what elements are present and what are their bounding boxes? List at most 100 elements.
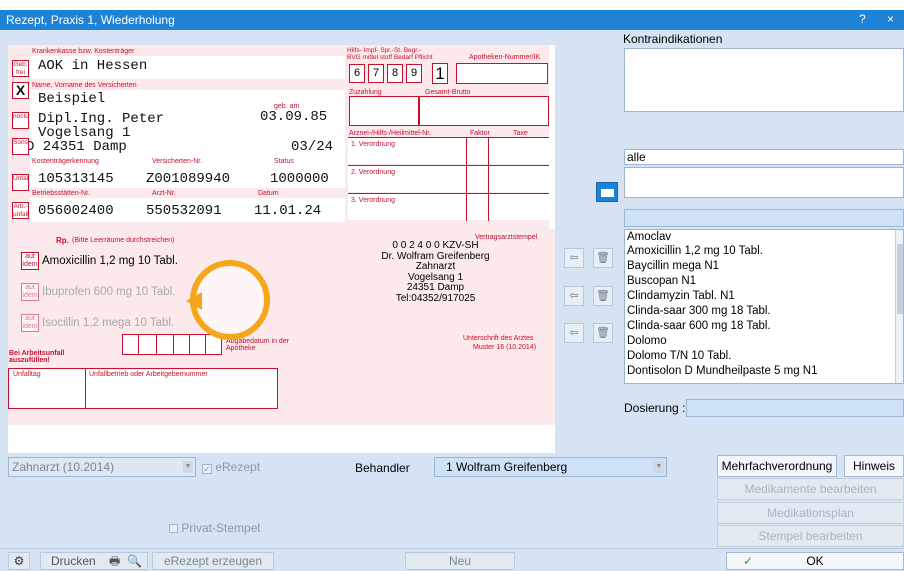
trash-3-icon[interactable]: 🗑 xyxy=(593,323,613,343)
rx-line-2[interactable]: aut idem Ibuprofen 600 mg 10 Tabl. xyxy=(21,279,342,305)
aut-idem-box-1[interactable]: aut idem xyxy=(21,252,39,270)
filter-field[interactable]: alle xyxy=(624,149,904,165)
stempel-label: Vertragsarztstempel xyxy=(475,234,538,241)
chevron-down-icon: ▼ xyxy=(654,461,664,473)
verordnung-2-field[interactable]: 2. Verordnung xyxy=(348,165,549,192)
top-strip xyxy=(0,0,904,10)
sonstige-box[interactable]: Sonst. xyxy=(12,138,29,155)
list-item[interactable]: Amoclav xyxy=(627,231,671,243)
medikationsplan-button[interactable]: Medikationsplan xyxy=(717,502,904,524)
kontra-label: Kontraindikationen xyxy=(623,32,723,46)
versnr-label: Versicherten-Nr. xyxy=(152,158,203,165)
erezept-checkbox[interactable]: ✓ eRezept xyxy=(202,460,260,474)
verordnung-3-field[interactable]: 3. Verordnung xyxy=(348,193,549,220)
vo1-label: 1. Verordnung xyxy=(351,141,395,148)
unfall-field[interactable]: Unfalltag Unfallbetrieb oder Arbeitgeber… xyxy=(8,368,278,409)
medication-list[interactable]: Amoclav Amoxicillin 1,2 mg 10 Tabl. Bayc… xyxy=(624,229,904,384)
kasse-label: Krankenkasse bzw. Kostenträger xyxy=(32,48,135,55)
printer-icon[interactable]: 🖶 xyxy=(109,553,120,569)
arztnr-value: 550532091 xyxy=(146,203,222,219)
aut-idem-box-3[interactable]: aut idem xyxy=(21,314,39,332)
rp-label: Rp. xyxy=(56,236,69,245)
hilfs-box-9[interactable]: 9 xyxy=(406,64,422,83)
stempel-bearbeiten-button[interactable]: Stempel bearbeiten xyxy=(717,525,904,547)
list-item[interactable]: Clinda-saar 300 mg 18 Tabl. xyxy=(627,305,771,317)
unterschrift-label: Unterschrift des Arztes xyxy=(463,335,534,342)
arztnr-label: Arzt-Nr. xyxy=(152,190,176,197)
verordnung-1-field[interactable]: 1. Verordnung xyxy=(348,137,549,164)
gear-icon[interactable]: ⚙ xyxy=(8,552,30,570)
dosierung-input[interactable] xyxy=(686,399,904,417)
list-item[interactable]: Dontisolon D Mundheilpaste 5 mg N1 xyxy=(627,365,818,377)
hilfs-box-8[interactable]: 8 xyxy=(387,64,403,83)
list-item[interactable]: Dolomo T/N 10 Tabl. xyxy=(627,350,731,362)
stamp-line-6: Tel:04352/917025 xyxy=(395,292,476,304)
bsnr-label: Betriebsstätten-Nr. xyxy=(32,190,90,197)
list-item[interactable]: Clindamyzin Tabl. N1 xyxy=(627,290,735,302)
vo3-label: 3. Verordnung xyxy=(351,197,395,204)
begr-pflicht-box[interactable]: 1 xyxy=(432,63,448,84)
list-item[interactable]: Amoxicillin 1,2 mg 10 Tabl. xyxy=(627,245,763,257)
rx-line-3[interactable]: aut idem Isocillin 1,2 mega 10 Tabl. xyxy=(21,310,342,336)
help-button[interactable]: ? xyxy=(859,12,866,26)
arbeitsunfall-area: Bei Arbeitsunfall auszufüllen! xyxy=(8,348,308,364)
unfall-divider xyxy=(85,369,86,408)
folder-icon[interactable] xyxy=(596,182,618,202)
erezept-erzeugen-button[interactable]: eRezept erzeugen xyxy=(152,552,274,570)
erezept-label: eRezept xyxy=(215,460,261,474)
check-icon: ✓ xyxy=(743,554,754,568)
list-item[interactable]: Baycillin mega N1 xyxy=(627,260,719,272)
form-type-select[interactable]: Zahnarzt (10.2014) ▼ xyxy=(8,457,196,477)
zuzahlung-field[interactable] xyxy=(349,96,549,126)
magnifier-icon[interactable]: 🔍 xyxy=(127,553,142,569)
list-item[interactable]: Dolomo xyxy=(627,335,667,347)
neu-button[interactable]: Neu xyxy=(405,552,515,570)
erezept-check-icon: ✓ xyxy=(202,464,212,474)
transfer-left-1-icon[interactable]: ⇦ xyxy=(564,248,584,268)
geb-frei-box[interactable]: Geb. frei xyxy=(12,60,29,77)
noctu-box[interactable]: noctu xyxy=(12,112,29,129)
search-input[interactable] xyxy=(624,209,904,227)
behandler-label: Behandler xyxy=(355,461,410,475)
list-item[interactable]: Buscopan N1 xyxy=(627,275,696,287)
list-scrollbar[interactable] xyxy=(895,230,903,383)
behandler-select[interactable]: 1 Wolfram Greifenberg ▼ xyxy=(434,457,667,477)
list-scroll-thumb[interactable] xyxy=(897,244,903,314)
list-item[interactable]: Clinda-saar 600 mg 18 Tabl. xyxy=(627,320,771,332)
geb-value: 03.09.85 xyxy=(260,109,328,125)
transfer-left-2-icon[interactable]: ⇦ xyxy=(564,286,584,306)
hilfs-box-6[interactable]: 6 xyxy=(349,64,365,83)
ok-label: OK xyxy=(806,554,824,568)
drucken-button[interactable]: Drucken 🖶 🔍 xyxy=(40,552,148,570)
chevron-down-icon: ▼ xyxy=(183,461,193,473)
rx-line-1[interactable]: aut idem Amoxicillin 1,2 mg 10 Tabl. xyxy=(21,248,342,274)
filter-detail-field[interactable] xyxy=(624,167,904,198)
versnr-value: Z001089940 xyxy=(146,171,231,187)
arb-unfall-box[interactable]: Arb.-unfall xyxy=(12,202,29,219)
aut-idem-box-2[interactable]: aut idem xyxy=(21,283,39,301)
rx-med-3: Isocillin 1,2 mega 10 Tabl. xyxy=(42,317,175,329)
trash-2-icon[interactable]: 🗑 xyxy=(593,286,613,306)
status-value: 1000000 xyxy=(270,171,329,187)
medikamente-bearbeiten-button[interactable]: Medikamente bearbeiten xyxy=(717,478,904,500)
hinweis-button[interactable]: Hinweis xyxy=(844,455,904,477)
folder-icon-shape xyxy=(601,189,614,197)
ktk-label: Kostenträgerkennung xyxy=(32,158,99,165)
x-mark-box[interactable]: X xyxy=(12,82,29,99)
kasse-value: AOK in Hessen xyxy=(38,58,148,74)
prescription-form: Krankenkasse bzw. Kostenträger AOK in He… xyxy=(8,45,555,453)
datum-label: Datum xyxy=(258,190,279,197)
ok-button[interactable]: ✓ OK xyxy=(726,552,904,570)
privat-stempel-checkbox[interactable]: Privat-Stempel xyxy=(169,521,260,535)
unfall-box[interactable]: Unfall xyxy=(12,174,29,191)
gesamt-label: Gesamt-Brutto xyxy=(425,89,471,96)
trash-1-icon[interactable]: 🗑 xyxy=(593,248,613,268)
transfer-left-3-icon[interactable]: ⇦ xyxy=(564,323,584,343)
hilfs-header: Hilfs- Impf- Spr.-St. Begr.- xyxy=(347,47,422,54)
apo-nummer-field[interactable] xyxy=(456,63,548,84)
hilfs-box-7[interactable]: 7 xyxy=(368,64,384,83)
rx-med-2: Ibuprofen 600 mg 10 Tabl. xyxy=(42,286,176,298)
mehrfachverordnung-button[interactable]: Mehrfachverordnung xyxy=(717,455,837,477)
kontraindikationen-field[interactable] xyxy=(624,48,904,112)
close-button[interactable]: × xyxy=(887,12,894,26)
